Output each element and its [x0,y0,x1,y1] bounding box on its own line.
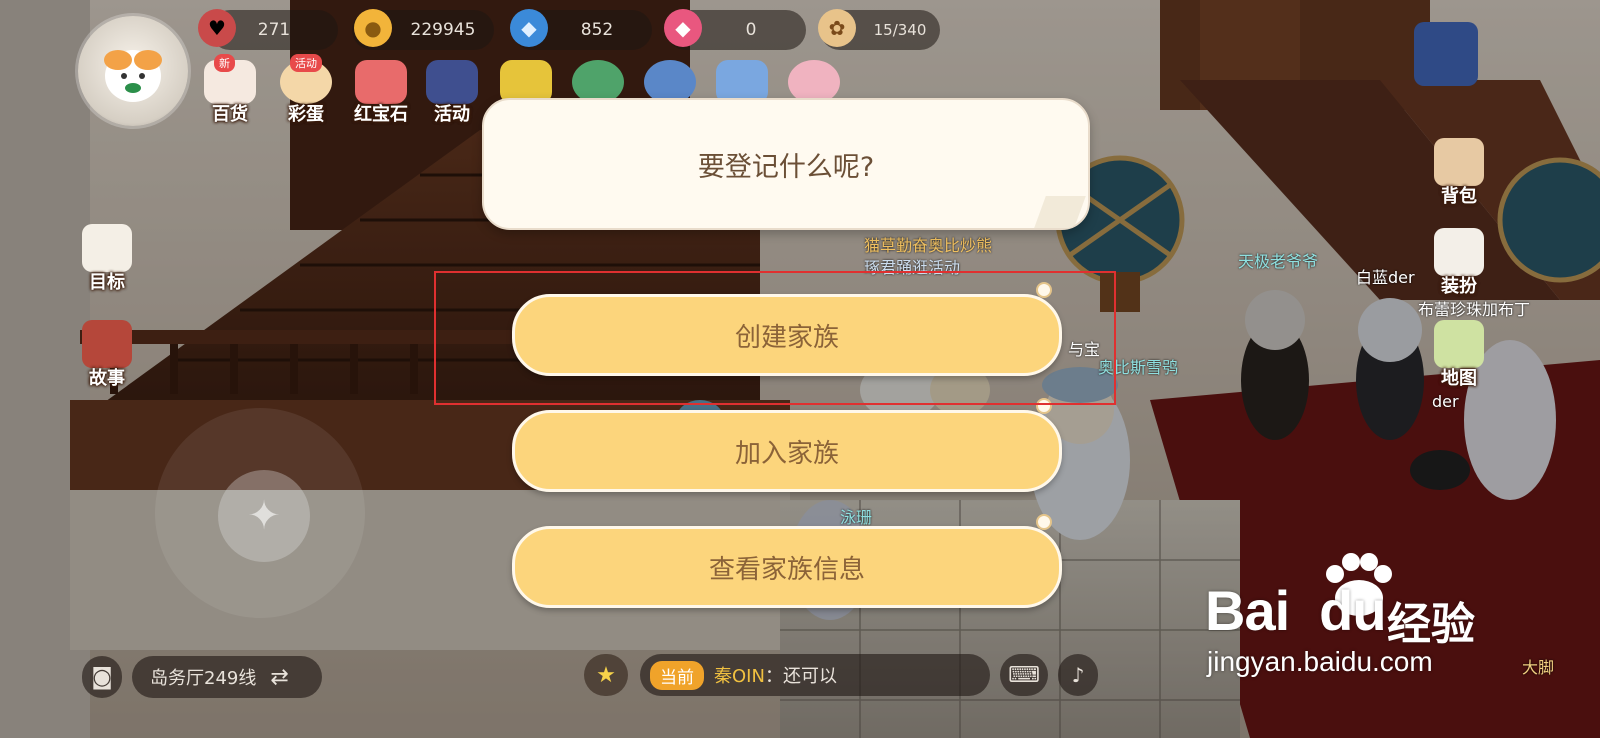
dialog-prompt-bubble: 要登记什么呢? [482,98,1090,230]
hanger-icon [1434,228,1484,276]
story-label: 故事 [89,368,125,389]
bag-label: 背包 [1441,186,1477,207]
bag-button[interactable]: 背包 [1428,136,1490,208]
keyboard-icon: ⌨ [1008,662,1040,688]
event-icon [426,60,478,104]
server-line-label: 岛务厅249线 [150,668,257,689]
dressup-button[interactable]: 装扮 [1428,226,1490,298]
dressup-label: 装扮 [1441,276,1477,297]
goal-button[interactable]: 目标 [76,222,138,294]
shop-label: 百货 [212,104,248,125]
hamster-value: 15/340 [873,21,927,39]
player-avatar[interactable] [78,16,188,126]
hamster-face-icon [104,50,162,102]
baidu-jingyan-watermark: Bai du 经验 jingyan.baidu.com [1205,553,1505,690]
goal-label: 目标 [89,272,125,293]
event-button[interactable]: 活动 [420,56,484,126]
microphone-icon: ♪ [1071,663,1085,687]
hp-value: 271 [257,20,291,40]
server-line-switch[interactable]: 岛务厅249线 ⇄ [132,656,322,698]
camera-icon: ◙ [91,664,113,690]
baidu-logo-text: Bai du [1205,579,1387,642]
map-button[interactable]: 地图 [1428,318,1490,390]
view-family-info-label: 查看家族信息 [708,554,865,585]
jingyan-text: 经验 [1387,599,1475,650]
compass-icon: ✦ [247,493,281,539]
chat-preview[interactable]: 当前 秦OIN ：还可以 [640,654,990,696]
player-name-tag[interactable]: der [1432,392,1459,411]
gem-value: 0 [745,20,757,40]
ruby-label: 红宝石 [354,104,408,125]
coin-value: 229945 [410,20,476,40]
chat-channel-badge: 当前 [650,660,704,690]
option-decoration-dot [1036,514,1052,530]
heart-icon[interactable]: ♥ [198,9,236,47]
wand-icon: ★ [596,662,616,688]
keyboard-button[interactable]: ⌨ [1000,654,1048,696]
egg-badge: 活动 [290,54,322,72]
ruby-icon [355,60,407,104]
joystick-knob[interactable]: ✦ [218,470,310,562]
bag-icon [1434,138,1484,186]
book-icon [82,320,132,368]
player-name-tag[interactable]: 天极老爷爷 [1238,248,1318,272]
join-family-button[interactable]: 加入家族 [512,410,1062,492]
join-family-label: 加入家族 [734,438,839,469]
egg-label: 彩蛋 [288,104,324,125]
player-name-tag[interactable]: 布蕾珍珠加布丁 [1418,296,1530,320]
egg-button[interactable]: 活动 彩蛋 [274,54,338,126]
chat-username: 秦OIN [714,666,765,687]
story-button[interactable]: 故事 [76,318,138,390]
player-name-tag[interactable]: 大脚 [1522,654,1554,678]
clipboard-icon [82,224,132,272]
ruby-button[interactable]: 红宝石 [346,56,416,126]
shop-badge: 新 [214,54,235,72]
annotation-highlight-box [434,271,1116,405]
map-label: 地图 [1441,368,1477,389]
camera-button[interactable]: ◙ [82,656,122,698]
view-family-info-button[interactable]: 查看家族信息 [512,526,1062,608]
map-icon [1434,320,1484,368]
gem-icon[interactable]: ◆ [664,9,702,47]
swap-icon: ⇄ [270,664,289,690]
handbook-button[interactable] [1408,20,1488,100]
player-name-tag[interactable]: 泳珊 [840,504,872,528]
diamond-icon[interactable]: ◆ [510,9,548,47]
player-name-tag[interactable]: 猫草勤奋奥比炒熊 [864,232,992,256]
handbook-icon [1414,22,1478,86]
dialog-prompt-text: 要登记什么呢? [697,151,875,183]
shop-button[interactable]: 新 百货 [198,54,262,126]
coin-icon[interactable]: ● [354,9,392,47]
chat-message: ：还可以 [764,666,837,687]
watermark-url: jingyan.baidu.com [1207,646,1433,677]
player-name-tag[interactable]: 白蓝der [1356,264,1415,288]
voice-button[interactable]: ♪ [1058,654,1098,696]
hamster-icon[interactable]: ✿ [818,9,856,47]
diamond-value: 852 [580,20,614,40]
emote-wand-button[interactable]: ★ [584,654,628,696]
event-label: 活动 [434,104,470,125]
